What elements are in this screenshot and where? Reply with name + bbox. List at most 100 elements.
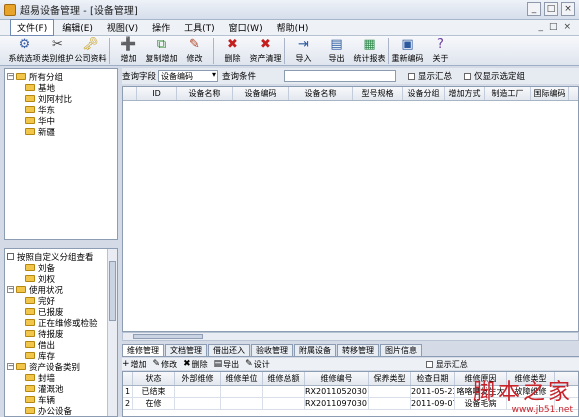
tree-item[interactable]: 待报废 xyxy=(5,328,117,340)
tree-item[interactable]: 刘权 xyxy=(5,273,117,285)
folder-icon xyxy=(25,275,35,282)
tree-item[interactable]: 华中 xyxy=(5,115,117,127)
tree-item[interactable]: 刘阿村比 xyxy=(5,93,117,105)
detail-toolbar-label: 设计 xyxy=(253,359,270,369)
column-header[interactable]: 外部维修 xyxy=(175,372,221,385)
toolbar-button[interactable]: ⧉ 复制增加 xyxy=(145,36,178,64)
column-header[interactable]: 维修编号 xyxy=(305,372,369,385)
tree-item[interactable]: − 使用状况 xyxy=(5,284,117,296)
tree-item[interactable]: 借出 xyxy=(5,339,117,351)
toolbar-icon: ⚙ xyxy=(18,37,31,52)
column-header[interactable]: 型号规格 xyxy=(353,87,403,100)
equipment-grid[interactable]: ID 设备名称 设备编码 设备名称 型号规格 设备分组 增加方式 制造工厂 国际编码 xyxy=(122,86,579,332)
mdi-restore-button[interactable]: □ xyxy=(549,22,558,32)
column-header[interactable]: 设备名称 xyxy=(289,87,353,100)
tree-vertical-scrollbar[interactable] xyxy=(107,249,117,416)
tree-item[interactable]: 基地 xyxy=(5,82,117,94)
collapse-icon[interactable]: − xyxy=(7,286,14,293)
detail-tab[interactable]: 附属设备 xyxy=(294,344,336,356)
tree-item[interactable]: 封墙 xyxy=(5,372,117,384)
toolbar-icon: 🗝 xyxy=(82,37,99,52)
column-header[interactable]: 状态 xyxy=(133,372,175,385)
scroll-thumb[interactable] xyxy=(133,334,203,339)
query-condition-input[interactable] xyxy=(284,70,397,82)
scroll-thumb[interactable] xyxy=(109,261,116,321)
grid-horizontal-scrollbar[interactable] xyxy=(122,332,579,341)
toolbar-button[interactable]: ✖ 删除 xyxy=(216,36,249,64)
tree-item[interactable]: − 资产设备类别 xyxy=(5,361,117,373)
show-summary-checkbox[interactable] xyxy=(408,72,416,80)
detail-toolbar-button[interactable]: ✖ 删除 xyxy=(183,359,208,370)
query-field-select[interactable]: 设备编码 xyxy=(158,70,219,82)
toolbar-button[interactable]: ➕ 增加 xyxy=(112,36,145,64)
toolbar-button[interactable]: ▤ 导出 xyxy=(320,36,353,64)
column-header[interactable]: 保养类型 xyxy=(369,372,411,385)
collapse-icon[interactable]: − xyxy=(7,363,14,370)
column-header[interactable]: 检查日期 xyxy=(411,372,455,385)
toolbar-button[interactable]: ⚙ 系统选项 xyxy=(8,36,41,64)
detail-tab[interactable]: 图片信息 xyxy=(380,344,422,356)
tree-item[interactable]: 正在维修或检验 xyxy=(5,317,117,329)
menu-file[interactable]: 文件(F) xyxy=(10,19,55,36)
menu-operate[interactable]: 操作 xyxy=(146,20,176,35)
toolbar-button[interactable]: ✎ 修改 xyxy=(178,36,211,64)
detail-tab[interactable]: 维修管理 xyxy=(122,344,164,356)
show-selected-checkbox[interactable] xyxy=(464,72,472,80)
tree-item[interactable]: 刘备 xyxy=(5,262,117,274)
tree-item[interactable]: 完好 xyxy=(5,295,117,307)
tree-item[interactable]: 库存 xyxy=(5,350,117,362)
toolbar-button[interactable]: ✖ 资产清理 xyxy=(249,36,282,64)
column-header[interactable]: 设备编码 xyxy=(233,87,289,100)
toolbar-button[interactable]: ⇥ 导入 xyxy=(287,36,320,64)
column-header[interactable]: 设备名称 xyxy=(177,87,233,100)
mdi-minimize-button[interactable]: _ xyxy=(538,22,543,32)
detail-toolbar-button[interactable]: + 增加 xyxy=(122,359,147,370)
tree-item[interactable]: 办公设备 xyxy=(5,405,117,416)
menu-tools[interactable]: 工具(T) xyxy=(178,20,221,35)
toolbar-button[interactable]: ▦ 统计报表 xyxy=(353,36,386,64)
menu-help[interactable]: 帮助(H) xyxy=(271,20,315,35)
folder-icon xyxy=(25,297,35,304)
tree-item[interactable]: 已报废 xyxy=(5,306,117,318)
detail-tab[interactable]: 转移管理 xyxy=(337,344,379,356)
minimize-button[interactable]: _ xyxy=(527,2,541,16)
group-tree[interactable]: − 所有分组 基地 刘阿村比 华东 华中 新疆 xyxy=(4,68,118,240)
custom-group-tree[interactable]: 按照自定义分组查看 刘备 刘权 − 使用状况 完好 已报废 正在维修或检验 待报废 借出 库存 − 资… xyxy=(4,248,118,417)
column-header[interactable]: 维修总额 xyxy=(263,372,305,385)
toolbar-button[interactable]: ? 关于 xyxy=(424,36,457,64)
column-header[interactable]: 维修单位 xyxy=(221,372,263,385)
column-header[interactable]: 增加方式 xyxy=(445,87,485,100)
maximize-button[interactable]: □ xyxy=(544,2,558,16)
menu-window[interactable]: 窗口(W) xyxy=(223,20,269,35)
detail-tab[interactable]: 验收管理 xyxy=(251,344,293,356)
detail-tab[interactable]: 文档管理 xyxy=(165,344,207,356)
collapse-icon[interactable]: − xyxy=(7,73,14,80)
custom-group-checkbox[interactable] xyxy=(7,253,14,260)
tree-item[interactable]: 车辆 xyxy=(5,394,117,406)
tree-item[interactable]: 新疆 xyxy=(5,126,117,138)
menu-edit[interactable]: 编辑(E) xyxy=(56,20,99,35)
column-header[interactable] xyxy=(123,87,137,100)
column-header[interactable] xyxy=(123,372,133,385)
tree-root[interactable]: − 所有分组 xyxy=(5,71,117,83)
detail-toolbar-button[interactable]: ✎ 设计 xyxy=(245,359,270,370)
toolbar-button[interactable]: ▣ 重新编码 xyxy=(391,36,424,64)
detail-toolbar-button[interactable]: ▤ 导出 xyxy=(214,359,240,370)
detail-summary-checkbox[interactable] xyxy=(425,360,433,368)
detail-toolbar-button[interactable]: ✎ 修改 xyxy=(153,359,178,370)
custom-group-header[interactable]: 按照自定义分组查看 xyxy=(5,251,117,263)
column-header[interactable]: 设备分组 xyxy=(403,87,445,100)
toolbar-button[interactable]: 🗝 公司资料 xyxy=(74,36,107,64)
column-header[interactable]: 制造工厂 xyxy=(485,87,531,100)
detail-tab[interactable]: 借出还入 xyxy=(208,344,250,356)
mdi-close-button[interactable]: × xyxy=(563,22,571,32)
column-header[interactable]: ID xyxy=(137,87,177,100)
column-header[interactable]: 国际编码 xyxy=(531,87,569,100)
menu-view[interactable]: 视图(V) xyxy=(101,20,144,35)
tree-splitter[interactable] xyxy=(4,240,118,248)
close-button[interactable]: × xyxy=(561,2,575,16)
tree-item[interactable]: 华东 xyxy=(5,104,117,116)
tree-item[interactable]: 灌溉池 xyxy=(5,383,117,395)
toolbar-button[interactable]: ✂ 类别维护 xyxy=(41,36,74,64)
right-pane: 查询字段 设备编码 查询条件 显示汇总 仅显示选定组 ID设备名称设备编码设备名… xyxy=(122,68,579,417)
